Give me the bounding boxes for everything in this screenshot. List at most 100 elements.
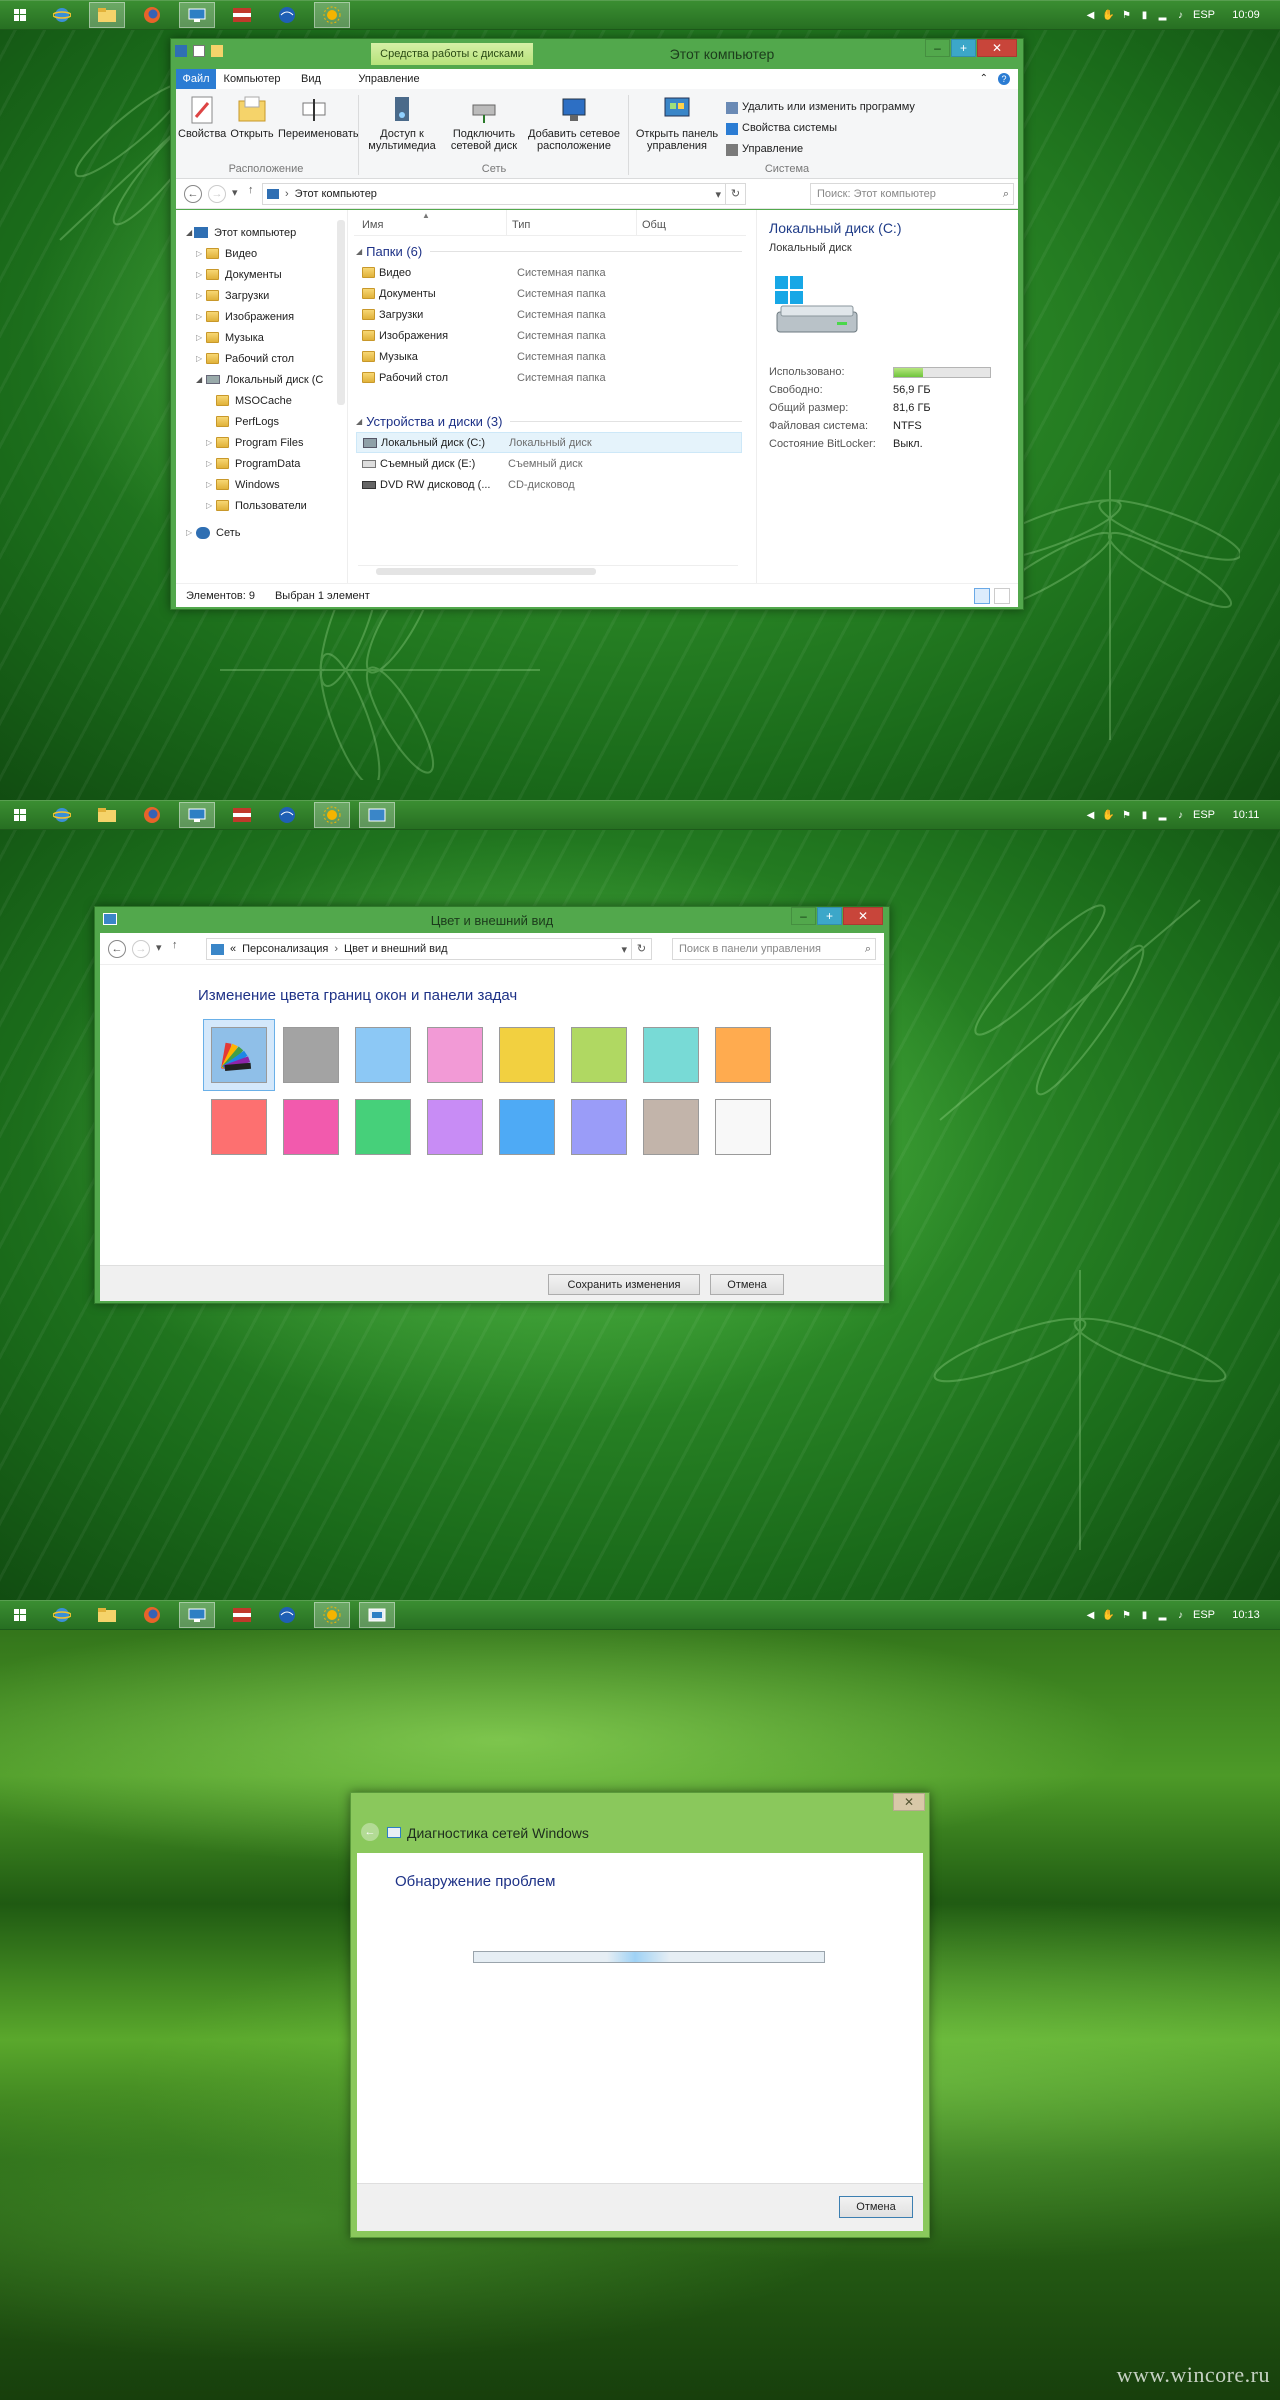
forward-button[interactable]: → <box>132 940 150 958</box>
flag-app-icon[interactable] <box>224 802 260 828</box>
group-header-folders[interactable]: ◢ Папки (6) <box>356 240 742 262</box>
language-indicator[interactable]: ESP <box>1193 1609 1215 1621</box>
nav-scrollbar[interactable] <box>337 220 345 405</box>
file-row[interactable]: Съемный диск (E:) Съемный диск <box>356 453 742 474</box>
file-row[interactable]: Документы Системная папка <box>356 283 742 304</box>
uninstall-link[interactable]: Удалить или изменить программу <box>726 97 915 118</box>
globe-app-icon[interactable] <box>269 1602 305 1628</box>
color-swatch-auto[interactable] <box>211 1027 267 1083</box>
color-swatch[interactable] <box>211 1099 267 1155</box>
maximize-button[interactable]: + <box>951 39 976 57</box>
back-button[interactable]: ← <box>108 940 126 958</box>
add-network-location-button[interactable]: Добавить сетевое расположение <box>526 95 622 152</box>
signal-icon[interactable]: ▂ <box>1157 1610 1168 1621</box>
open-button[interactable]: Открыть <box>228 95 276 140</box>
nav-item-pictures[interactable]: ▷ Изображения <box>176 306 347 327</box>
network-icon[interactable]: ▮ <box>1139 810 1150 821</box>
color-swatch[interactable] <box>643 1027 699 1083</box>
language-indicator[interactable]: ESP <box>1193 9 1215 21</box>
volume-icon[interactable]: ♪ <box>1175 810 1186 821</box>
color-swatch[interactable] <box>355 1099 411 1155</box>
search-icon[interactable]: ⌕ <box>865 943 871 956</box>
close-button[interactable]: ✕ <box>977 39 1017 57</box>
flag-app-icon[interactable] <box>224 2 260 28</box>
clock[interactable]: 10:11 <box>1222 809 1270 821</box>
back-arrow-icon[interactable]: ◀ <box>1085 1610 1096 1621</box>
search-icon[interactable]: ⌕ <box>1003 188 1009 201</box>
computer-icon[interactable] <box>175 45 187 57</box>
nav-item-local-disk[interactable]: ◢ Локальный диск (C <box>176 369 347 390</box>
start-button[interactable] <box>2 1602 38 1628</box>
back-button[interactable]: ← <box>361 1823 379 1841</box>
color-swatch[interactable] <box>571 1099 627 1155</box>
help-icon[interactable]: ? <box>998 73 1010 85</box>
network-icon[interactable]: ▮ <box>1139 10 1150 21</box>
nav-item-users[interactable]: ▷ Пользователи <box>176 495 347 516</box>
color-swatch[interactable] <box>427 1099 483 1155</box>
cancel-button[interactable]: Отмена <box>710 1274 784 1295</box>
history-dropdown-icon[interactable]: ▾ <box>156 941 162 954</box>
signal-icon[interactable]: ▂ <box>1157 810 1168 821</box>
firefox-icon[interactable] <box>134 1602 170 1628</box>
back-arrow-icon[interactable]: ◀ <box>1085 810 1096 821</box>
breadcrumb-color[interactable]: Цвет и внешний вид <box>344 943 448 955</box>
nav-item-program-files[interactable]: ▷ Program Files <box>176 432 347 453</box>
hand-icon[interactable]: ✋ <box>1102 10 1114 21</box>
tab-manage[interactable]: Управление <box>334 73 444 85</box>
tab-computer[interactable]: Компьютер <box>216 73 288 85</box>
address-dropdown-icon[interactable]: ▾ <box>621 943 627 956</box>
refresh-icon[interactable]: ↻ <box>725 184 745 204</box>
properties-button[interactable]: Свойства <box>178 95 226 140</box>
diagnostics-taskbar-icon[interactable] <box>359 1602 395 1628</box>
remote-desktop-icon[interactable] <box>179 2 215 28</box>
details-view-icon[interactable] <box>974 587 990 604</box>
action-flag-icon[interactable]: ⚑ <box>1121 10 1132 21</box>
color-swatch[interactable] <box>427 1027 483 1083</box>
nav-item-downloads[interactable]: ▷ Загрузки <box>176 285 347 306</box>
firefox-icon[interactable] <box>134 2 170 28</box>
large-icons-view-icon[interactable] <box>994 587 1010 604</box>
tab-view[interactable]: Вид <box>288 73 334 85</box>
tab-file[interactable]: Файл <box>176 69 216 89</box>
back-button[interactable]: ← <box>184 185 202 203</box>
back-arrow-icon[interactable]: ◀ <box>1085 10 1096 21</box>
maximize-button[interactable]: + <box>817 907 842 925</box>
manage-link[interactable]: Управление <box>726 139 915 160</box>
group-header-devices[interactable]: ◢ Устройства и диски (3) <box>356 410 742 432</box>
volume-icon[interactable]: ♪ <box>1175 10 1186 21</box>
address-bar[interactable]: « Персонализация › Цвет и внешний вид ▾ … <box>206 938 652 960</box>
minimize-button[interactable]: – <box>925 39 950 57</box>
rename-button[interactable]: Переименовать <box>278 95 359 140</box>
cancel-button[interactable]: Отмена <box>839 2196 913 2218</box>
network-icon[interactable]: ▮ <box>1139 1610 1150 1621</box>
color-swatch[interactable] <box>499 1099 555 1155</box>
ie-icon[interactable] <box>44 1602 80 1628</box>
history-dropdown-icon[interactable]: ▾ <box>232 186 238 199</box>
clock[interactable]: 10:13 <box>1222 1609 1270 1621</box>
remote-desktop-icon[interactable] <box>179 1602 215 1628</box>
clock[interactable]: 10:09 <box>1222 9 1270 21</box>
search-box[interactable]: Поиск в панели управления ⌕ <box>672 938 876 960</box>
nav-item-perflogs[interactable]: PerfLogs <box>176 411 347 432</box>
file-row-selected[interactable]: Локальный диск (C:) Локальный диск <box>356 432 742 453</box>
globe-app-icon[interactable] <box>269 802 305 828</box>
color-swatch[interactable] <box>571 1027 627 1083</box>
color-swatch[interactable] <box>355 1027 411 1083</box>
ie-icon[interactable] <box>44 2 80 28</box>
explorer-icon[interactable] <box>89 802 125 828</box>
hand-icon[interactable]: ✋ <box>1102 1610 1114 1621</box>
nav-item-windows[interactable]: ▷ Windows <box>176 474 347 495</box>
search-box[interactable]: Поиск: Этот компьютер ⌕ <box>810 183 1014 205</box>
address-dropdown-icon[interactable]: ▾ <box>715 188 721 201</box>
close-button[interactable]: ✕ <box>843 907 883 925</box>
collapse-ribbon-icon[interactable]: ⌃ <box>980 73 988 85</box>
nav-item-msocache[interactable]: MSOCache <box>176 390 347 411</box>
system-properties-link[interactable]: Свойства системы <box>726 118 915 139</box>
remote-desktop-icon[interactable] <box>179 802 215 828</box>
new-folder-icon[interactable] <box>211 45 223 57</box>
nav-item-programdata[interactable]: ▷ ProgramData <box>176 453 347 474</box>
action-flag-icon[interactable]: ⚑ <box>1121 810 1132 821</box>
sun-app-icon[interactable] <box>314 802 350 828</box>
open-control-panel-button[interactable]: Открыть панель управления <box>632 95 722 152</box>
color-swatch[interactable] <box>715 1099 771 1155</box>
